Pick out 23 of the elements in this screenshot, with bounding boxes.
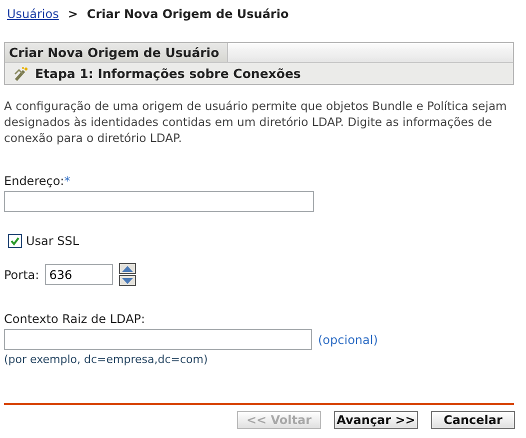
port-field[interactable]: 636	[45, 264, 114, 285]
port-label: Porta:	[4, 268, 40, 282]
breadcrumb-current: Criar Nova Origem de Usuário	[86, 7, 289, 21]
checkmark-icon	[10, 236, 20, 246]
ldap-context-label: Contexto Raiz de LDAP:	[4, 312, 146, 326]
down-arrow-icon	[122, 278, 134, 284]
wizard-button[interactable]: Cancelar	[431, 411, 515, 429]
address-label: Endereço:*	[4, 174, 72, 188]
decrement-button[interactable]	[119, 275, 136, 286]
description-text: A configuração de uma origem de usuário permite que objetos Bundle e Política sejam designados às identidades contidas em um diretório LDAP. Digite as informações de conexão para o diretório LDAP.	[4, 98, 508, 146]
ldap-context-field[interactable]	[4, 329, 312, 350]
ssl-checkbox[interactable]: Usar SSL	[4, 234, 514, 248]
wizard-button[interactable]: Avançar >>	[334, 411, 418, 429]
wand-icon	[13, 66, 29, 82]
increment-button[interactable]	[119, 263, 136, 274]
up-arrow-icon	[122, 266, 134, 272]
step-title: Etapa 1: Informações sobre Conexões	[35, 66, 301, 81]
optional-note: (opcional)	[318, 332, 378, 346]
example-hint: (por exemplo, dc=empresa,dc=com)	[4, 353, 209, 366]
breadcrumb-link[interactable]: Usuários	[7, 7, 59, 21]
address-field[interactable]	[4, 191, 314, 212]
panel-title: Criar Nova Origem de Usuário	[5, 43, 228, 62]
breadcrumb-separator: >	[68, 7, 78, 21]
